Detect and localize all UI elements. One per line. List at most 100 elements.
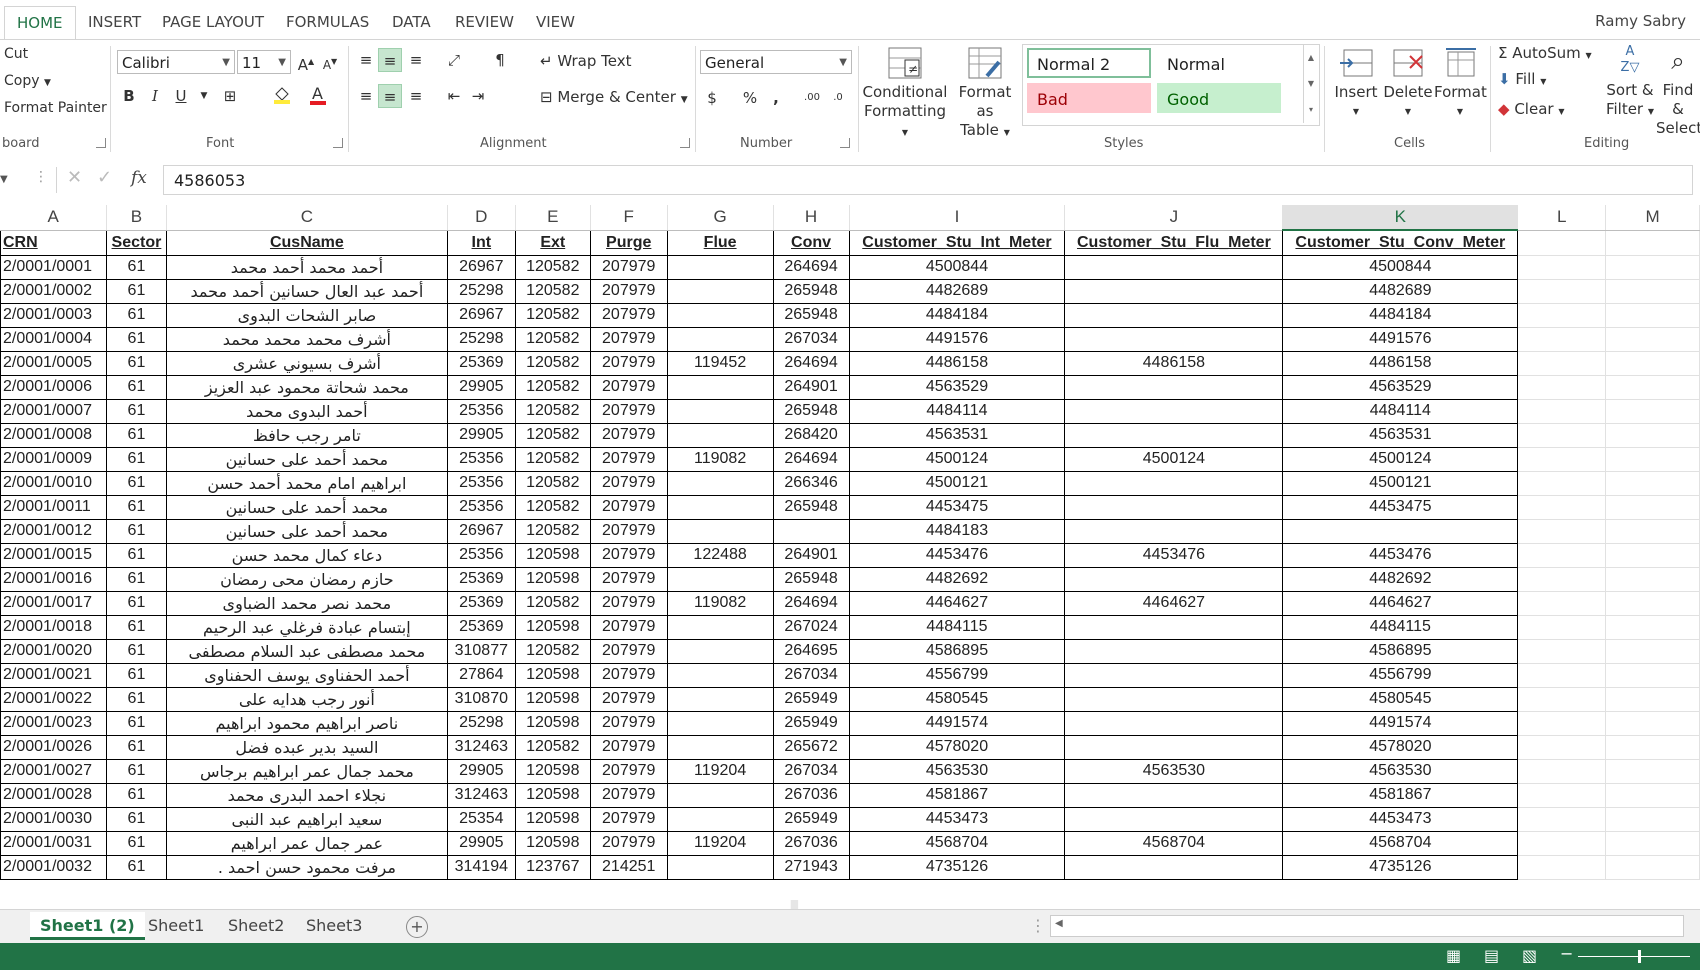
- cell[interactable]: أشرف بسيوني عشرى: [165, 350, 448, 376]
- header-cell[interactable]: CRN: [0, 229, 107, 256]
- cell[interactable]: السيد بدير عبده فضل: [165, 734, 448, 760]
- cell[interactable]: [666, 566, 774, 592]
- sheet-tab[interactable]: Sheet1: [138, 912, 214, 940]
- cell[interactable]: 4586895: [848, 638, 1066, 664]
- cell[interactable]: 25356: [446, 494, 516, 520]
- cell[interactable]: 25356: [446, 470, 516, 496]
- cell[interactable]: 2/0001/0015: [0, 542, 107, 568]
- column-header-e[interactable]: E: [515, 205, 591, 231]
- cell[interactable]: 119452: [666, 350, 774, 376]
- sheet-tab[interactable]: Sheet3: [296, 912, 372, 940]
- cell[interactable]: [1064, 710, 1284, 736]
- cell[interactable]: ابراهيم امام محمد أحمد حسن: [165, 470, 448, 496]
- column-header-g[interactable]: G: [667, 205, 774, 231]
- cell[interactable]: 207979: [589, 662, 668, 688]
- empty-cell[interactable]: [1605, 830, 1700, 856]
- zoom-slider-thumb[interactable]: [1638, 950, 1641, 963]
- cell[interactable]: 120598: [514, 542, 591, 568]
- cell[interactable]: 4580545: [848, 686, 1066, 712]
- increase-indent-icon[interactable]: ⇥: [466, 84, 490, 108]
- cell[interactable]: 61: [105, 422, 167, 448]
- cell[interactable]: 2/0001/0011: [0, 494, 107, 520]
- currency-icon[interactable]: $: [700, 86, 724, 110]
- header-cell[interactable]: Conv: [772, 229, 850, 256]
- normal-view-icon[interactable]: ▦: [1446, 946, 1461, 965]
- cell[interactable]: 2/0001/0002: [0, 278, 107, 304]
- cell[interactable]: 2/0001/0001: [0, 254, 107, 280]
- find-select-button[interactable]: ⌕ Find & Select: [1656, 44, 1700, 138]
- empty-cell[interactable]: [1517, 710, 1607, 736]
- cell[interactable]: 120582: [514, 734, 591, 760]
- cell[interactable]: 4563529: [848, 374, 1066, 400]
- cell[interactable]: [1064, 422, 1284, 448]
- empty-cell[interactable]: [1605, 494, 1700, 520]
- cell[interactable]: 265948: [772, 494, 850, 520]
- italic-icon[interactable]: I: [143, 84, 167, 108]
- cell[interactable]: 4464627: [1064, 590, 1284, 616]
- cell[interactable]: 123767: [514, 854, 591, 880]
- empty-cell[interactable]: [1605, 446, 1700, 472]
- empty-cell[interactable]: [1517, 470, 1607, 496]
- empty-cell[interactable]: [1605, 326, 1700, 352]
- cell[interactable]: 29905: [446, 758, 516, 784]
- empty-cell[interactable]: [1517, 278, 1607, 304]
- cell[interactable]: 120598: [514, 782, 591, 808]
- header-cell[interactable]: Sector: [105, 229, 167, 256]
- cell[interactable]: 4491576: [1282, 326, 1519, 352]
- cell[interactable]: [1064, 278, 1284, 304]
- cell[interactable]: 120582: [514, 350, 591, 376]
- cell[interactable]: 29905: [446, 830, 516, 856]
- cell[interactable]: 61: [105, 470, 167, 496]
- cell[interactable]: حازم رمضان محى رمضان: [165, 566, 448, 592]
- wrap-text-button[interactable]: ↵ Wrap Text: [540, 52, 632, 70]
- cell[interactable]: 120582: [514, 422, 591, 448]
- column-header-j[interactable]: J: [1064, 205, 1284, 231]
- empty-cell[interactable]: [1605, 518, 1700, 544]
- cell[interactable]: 4453475: [1282, 494, 1519, 520]
- fill-color-icon[interactable]: [270, 84, 294, 108]
- empty-cell[interactable]: [1517, 422, 1607, 448]
- cell[interactable]: 4568704: [848, 830, 1066, 856]
- cell[interactable]: 4453476: [1064, 542, 1284, 568]
- percent-icon[interactable]: %: [738, 86, 762, 110]
- cell[interactable]: 4453476: [848, 542, 1066, 568]
- tab-page-layout[interactable]: PAGE LAYOUT: [150, 10, 276, 40]
- cell[interactable]: 61: [105, 614, 167, 640]
- cell[interactable]: 4491574: [1282, 710, 1519, 736]
- cell[interactable]: 120582: [514, 326, 591, 352]
- cell[interactable]: 264694: [772, 350, 850, 376]
- cell[interactable]: 310877: [446, 638, 516, 664]
- cell[interactable]: 207979: [589, 446, 668, 472]
- column-header-b[interactable]: B: [106, 205, 167, 231]
- cell[interactable]: 207979: [589, 566, 668, 592]
- cell[interactable]: 25354: [446, 806, 516, 832]
- cell[interactable]: 4580545: [1282, 686, 1519, 712]
- grow-font-icon[interactable]: A▲: [294, 50, 318, 74]
- cell[interactable]: 4453475: [848, 494, 1066, 520]
- cell[interactable]: [1064, 494, 1284, 520]
- cell[interactable]: [1282, 518, 1519, 544]
- cell[interactable]: [666, 614, 774, 640]
- cell[interactable]: 61: [105, 350, 167, 376]
- cell[interactable]: تامر رجب حافظ: [165, 422, 448, 448]
- cell[interactable]: 207979: [589, 686, 668, 712]
- align-middle-icon[interactable]: ≡: [378, 48, 402, 72]
- tab-view[interactable]: VIEW: [524, 10, 587, 40]
- format-painter-button[interactable]: Format Painter: [4, 100, 107, 116]
- cell[interactable]: 4735126: [1282, 854, 1519, 880]
- empty-cell[interactable]: [1517, 638, 1607, 664]
- cell[interactable]: 4563531: [848, 422, 1066, 448]
- cell[interactable]: 4581867: [848, 782, 1066, 808]
- cell[interactable]: [772, 518, 850, 544]
- increase-decimal-icon[interactable]: .00: [800, 86, 824, 110]
- cell[interactable]: 61: [105, 662, 167, 688]
- cell[interactable]: 207979: [589, 374, 668, 400]
- empty-cell[interactable]: [1517, 590, 1607, 616]
- cell[interactable]: 119082: [666, 590, 774, 616]
- align-bottom-icon[interactable]: ≡: [404, 48, 428, 72]
- cell[interactable]: 4500124: [1064, 446, 1284, 472]
- cell[interactable]: 26967: [446, 302, 516, 328]
- fx-icon[interactable]: fx: [131, 168, 147, 188]
- align-top-icon[interactable]: ≡: [354, 48, 378, 72]
- formula-input[interactable]: 4586053: [163, 165, 1693, 195]
